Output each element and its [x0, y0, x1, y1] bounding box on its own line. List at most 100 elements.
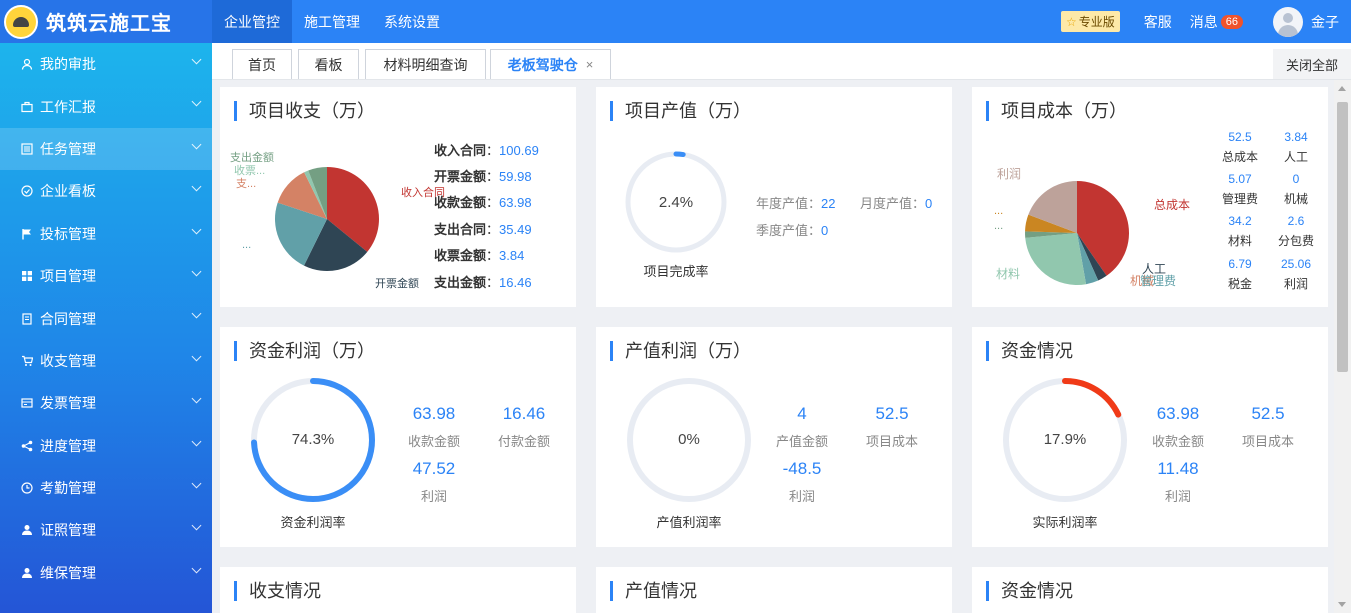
sidebar-item-attendance[interactable]: 考勤管理	[0, 467, 212, 509]
completion-rate-label: 项目完成率	[643, 264, 709, 279]
chevron-down-icon	[191, 478, 202, 489]
document-icon	[20, 312, 34, 326]
card-title: 项目产值（万）	[610, 101, 751, 121]
pie-label: ...	[242, 239, 252, 251]
stat-invoice-received: 收票金额：3.84	[434, 248, 525, 263]
fund-profit-rate-value: 74.3%	[291, 431, 335, 448]
chevron-down-icon	[191, 308, 202, 319]
cost-value: 52.5	[1228, 130, 1252, 144]
card-title: 产值情况	[610, 581, 697, 601]
stat-value: -48.5	[782, 459, 822, 478]
card-output-profit: 产值利润（万） 0% 产值利润率 4 产值金额 52.5 项目成本 -48.5 …	[596, 327, 952, 547]
vertical-scrollbar[interactable]	[1334, 80, 1351, 613]
chevron-down-icon	[191, 266, 202, 277]
stat-value: 11.48	[1157, 459, 1199, 478]
cost-label: 管理费	[1221, 192, 1258, 206]
sidebar-item-task[interactable]: 任务管理	[0, 127, 212, 171]
pie-label: 材料	[996, 267, 1021, 281]
sidebar-item-progress[interactable]: 进度管理	[0, 425, 212, 467]
tab-material-query[interactable]: 材料明细查询	[365, 49, 486, 79]
sidebar-item-bid[interactable]: 投标管理	[0, 213, 212, 255]
pie-label: 管理费	[1140, 274, 1177, 288]
stat-value: 47.52	[412, 459, 456, 478]
sidebar-item-report[interactable]: 工作汇报	[0, 85, 212, 127]
pie-slice-材料[interactable]	[1025, 233, 1087, 285]
sidebar-item-board[interactable]: 企业看板	[0, 170, 212, 212]
tab-board[interactable]: 看板	[298, 49, 359, 79]
sidebar-item-project[interactable]: 项目管理	[0, 255, 212, 297]
topnav-enterprise-control[interactable]: 企业管控	[212, 0, 292, 43]
brand[interactable]: 筑筑云施工宝	[0, 0, 212, 43]
tab-boss-cockpit[interactable]: 老板驾驶仓 ×	[490, 49, 611, 79]
sidebar-item-contract[interactable]: 合同管理	[0, 297, 212, 339]
stat-label: 利润	[420, 489, 447, 504]
user-name[interactable]: 金子	[1311, 12, 1339, 32]
sidebar-item-label: 考勤管理	[40, 480, 96, 497]
sidebar-item-invoice[interactable]: 发票管理	[0, 382, 212, 424]
sidebar-item-license[interactable]: 证照管理	[0, 509, 212, 551]
stat-invoiced: 开票金额：59.98	[434, 169, 532, 184]
cost-label: 利润	[1283, 277, 1308, 291]
message-link[interactable]: 消息 66	[1190, 12, 1243, 32]
sidebar-item-label: 收支管理	[40, 352, 96, 369]
sidebar-item-label: 任务管理	[40, 140, 96, 157]
chevron-down-icon	[191, 96, 202, 107]
topnav-construction[interactable]: 施工管理	[292, 0, 372, 43]
chevron-down-icon	[191, 563, 202, 574]
cost-value: 0	[1292, 172, 1300, 186]
close-all-button[interactable]: 关闭全部	[1273, 49, 1351, 79]
pro-badge-label: 专业版	[1078, 15, 1115, 29]
chevron-down-icon	[191, 224, 202, 235]
card-fund-status-bottom: 资金情况	[972, 567, 1328, 613]
pie-label: ...	[994, 205, 1004, 217]
card-title: 资金情况	[986, 581, 1073, 601]
stat-label: 利润	[1164, 489, 1191, 504]
scroll-down-icon[interactable]	[1338, 602, 1346, 607]
tabs-bar: 首页 看板 材料明细查询 老板驾驶仓 × 关闭全部	[212, 43, 1351, 80]
tab-home[interactable]: 首页	[232, 49, 292, 79]
stat-label: 项目成本	[865, 434, 918, 449]
cost-value: 2.6	[1287, 214, 1305, 228]
topnav-settings[interactable]: 系统设置	[372, 0, 452, 43]
message-count-badge: 66	[1220, 14, 1243, 29]
cost-value: 3.84	[1284, 130, 1308, 144]
sidebar-item-label: 进度管理	[40, 437, 96, 454]
close-icon[interactable]: ×	[586, 57, 594, 72]
stat-value: 4	[797, 404, 807, 423]
card-fund-profit: 资金利润（万） 74.3% 资金利润率 63.98 收款金额 16.46 付款金…	[220, 327, 576, 547]
actual-profit-rate-label: 实际利润率	[1032, 515, 1098, 530]
sidebar-item-label: 企业看板	[40, 183, 96, 200]
sidebar-item-label: 发票管理	[40, 395, 96, 412]
chevron-down-icon	[191, 393, 202, 404]
message-label: 消息	[1189, 13, 1218, 30]
stat-value: 52.5	[1251, 404, 1285, 423]
stat-value: 63.98	[1156, 404, 1200, 423]
stat-label: 收款金额	[407, 434, 460, 449]
sidebar-item-approval[interactable]: 我的审批	[0, 43, 212, 85]
sidebar: 我的审批 工作汇报 任务管理 企业看板 投标管理 项目管理 合同管理 收支管理	[0, 43, 212, 613]
avatar[interactable]	[1273, 6, 1303, 37]
sidebar-item-maintenance[interactable]: 维保管理	[0, 552, 212, 594]
person-icon	[20, 523, 34, 537]
stat-annual-output: 年度产值：22	[756, 196, 836, 211]
brand-name: 筑筑云施工宝	[46, 13, 172, 35]
stat-label: 利润	[788, 489, 815, 504]
stat-expense: 支出金额：16.46	[434, 275, 532, 290]
sidebar-item-label: 维保管理	[40, 564, 96, 581]
chevron-down-icon	[191, 520, 202, 531]
cost-value: 6.79	[1228, 257, 1252, 271]
pro-badge[interactable]: ☆ 专业版	[1060, 11, 1120, 32]
stat-expense-contract: 支出合同：35.49	[434, 222, 532, 237]
stat-label: 付款金额	[497, 434, 550, 449]
sidebar-item-finance[interactable]: 收支管理	[0, 340, 212, 382]
scroll-up-icon[interactable]	[1338, 86, 1346, 91]
card-title: 产值利润（万）	[610, 341, 751, 361]
pie-label: ...	[994, 220, 1004, 232]
service-link[interactable]: 客服	[1144, 12, 1172, 32]
list-icon	[20, 142, 34, 156]
scrollbar-thumb[interactable]	[1337, 102, 1348, 372]
cost-label: 税金	[1227, 277, 1252, 291]
chevron-down-icon	[191, 436, 202, 446]
card-project-output: 项目产值（万） 2.4% 项目完成率 年度产值：22 月度产值：0 季度产值：0	[596, 87, 952, 307]
grid-icon	[20, 269, 34, 283]
